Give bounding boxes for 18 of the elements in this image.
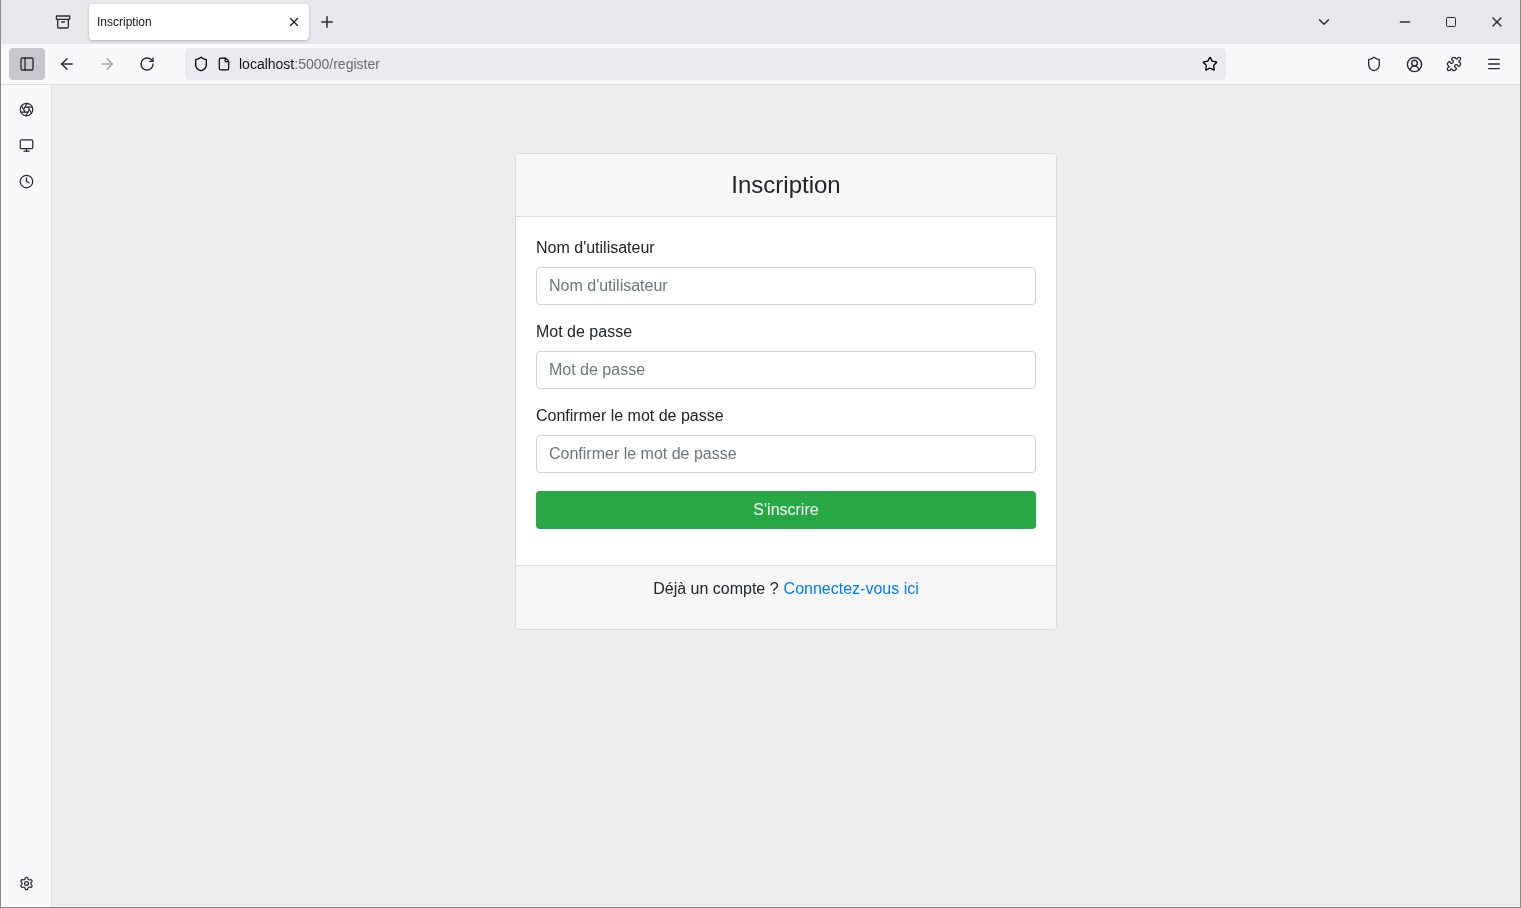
input-field[interactable]: Confirmer le mot de passe <box>536 435 1036 473</box>
page-icon <box>217 57 231 71</box>
field-label: Mot de passe <box>536 323 634 341</box>
browser-tab[interactable]: Inscription <box>89 4 309 40</box>
close-icon[interactable] <box>287 15 301 29</box>
url-host: localhost <box>239 56 295 72</box>
sidebar-toggle-icon[interactable] <box>9 48 45 80</box>
footer-text: Déjà un compte ? <box>653 580 779 599</box>
shield-icon <box>193 56 209 72</box>
field-label: Nom d'utilisateur <box>536 239 656 257</box>
input-field[interactable]: Nom d'utilisateur <box>536 267 1036 305</box>
address-bar[interactable]: localhost:5000/register <box>185 48 1226 80</box>
url-path: :5000/register <box>294 56 380 72</box>
login-link[interactable]: Connectez-vous ici <box>783 580 919 629</box>
card-title: Inscription <box>731 171 841 199</box>
input-field[interactable]: Mot de passe <box>536 351 1036 389</box>
field-label: Confirmer le mot de passe <box>536 407 725 425</box>
star-icon[interactable] <box>1202 56 1218 72</box>
